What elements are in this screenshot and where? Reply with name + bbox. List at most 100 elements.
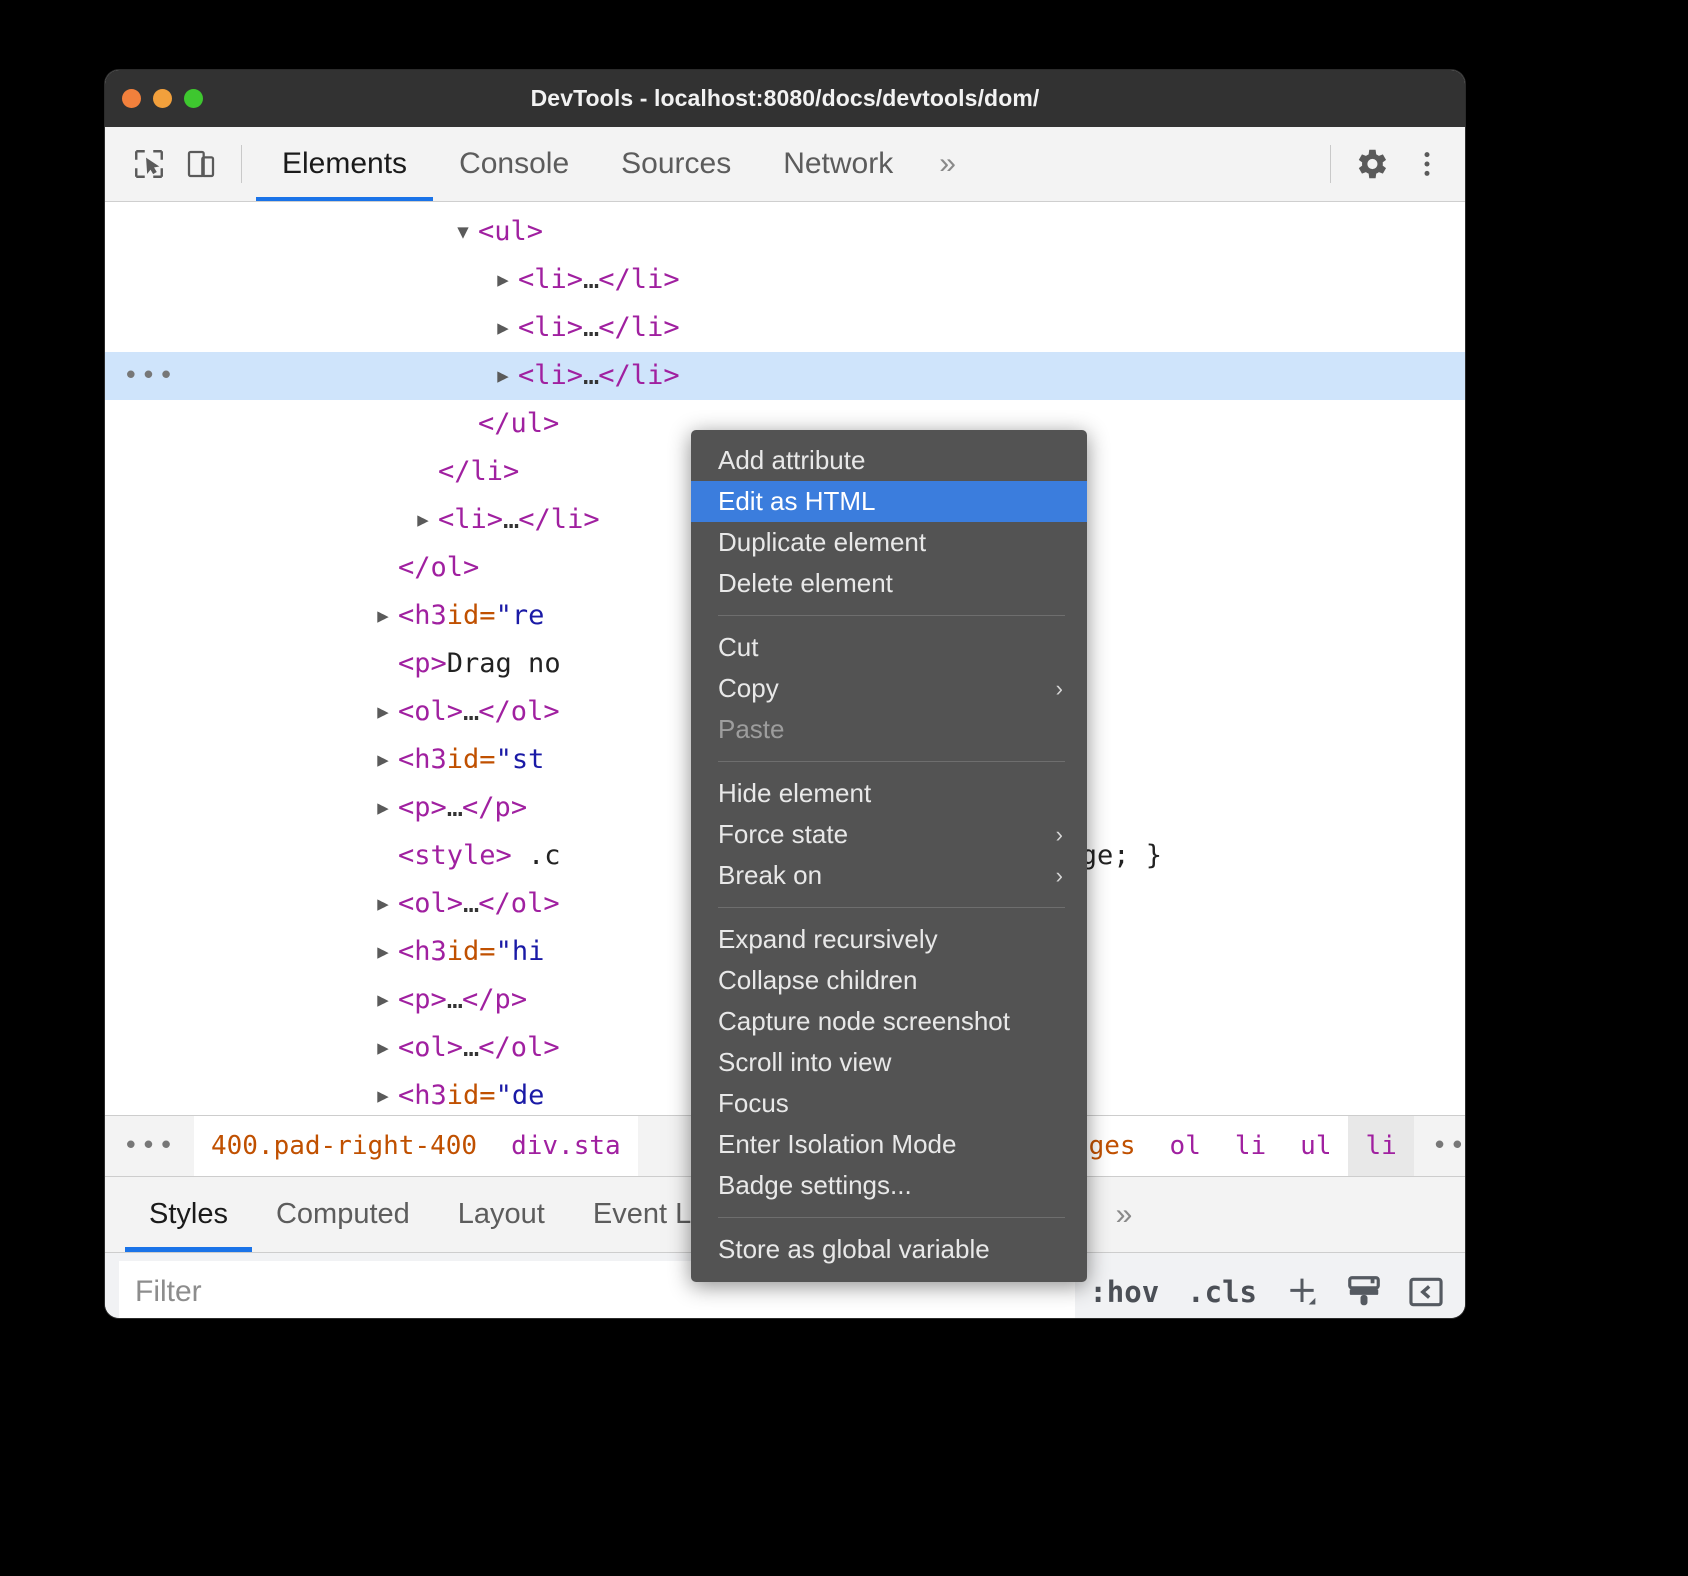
dom-node-li-2[interactable]: ▶<li>…</li> bbox=[105, 304, 1465, 352]
cls-button[interactable]: .cls bbox=[1173, 1261, 1271, 1318]
menu-item-store-as-global-variable[interactable]: Store as global variable bbox=[691, 1229, 1087, 1270]
dom-node-tag-open: <style> bbox=[398, 832, 512, 880]
menu-item-edit-as-html[interactable]: Edit as HTML bbox=[691, 481, 1087, 522]
close-window-button[interactable] bbox=[122, 89, 141, 108]
toolbar-right-group bbox=[1324, 127, 1455, 201]
dom-node-text: <ul> bbox=[478, 208, 543, 256]
menu-item-force-state[interactable]: Force state › bbox=[691, 814, 1087, 855]
twisty-closed-icon[interactable]: ▶ bbox=[370, 880, 396, 928]
menu-item-capture-node-screenshot[interactable]: Capture node screenshot bbox=[691, 1001, 1087, 1042]
dom-node-collapsed-dots: … bbox=[463, 1024, 478, 1072]
menu-item-add-attribute[interactable]: Add attribute bbox=[691, 440, 1087, 481]
inspect-cursor-icon[interactable] bbox=[123, 138, 175, 190]
screen-background: DevTools - localhost:8080/docs/devtools/… bbox=[0, 0, 1688, 1576]
menu-item-collapse-children[interactable]: Collapse children bbox=[691, 960, 1087, 1001]
menu-item-badge-settings[interactable]: Badge settings... bbox=[691, 1165, 1087, 1206]
menu-item-copy[interactable]: Copy › bbox=[691, 668, 1087, 709]
menu-item-expand-recursively[interactable]: Expand recursively bbox=[691, 919, 1087, 960]
breadcrumb-item-5[interactable]: ul bbox=[1283, 1116, 1348, 1176]
dom-node-attr-name: id= bbox=[447, 736, 496, 784]
twisty-closed-icon[interactable]: ▶ bbox=[410, 496, 436, 544]
menu-separator bbox=[718, 615, 1065, 616]
dom-node-li-1[interactable]: ▶<li>…</li> bbox=[105, 256, 1465, 304]
menu-item-break-on[interactable]: Break on › bbox=[691, 855, 1087, 896]
twisty-closed-icon[interactable]: ▶ bbox=[490, 256, 516, 304]
more-tabs-icon[interactable]: » bbox=[919, 147, 976, 181]
twisty-closed-icon[interactable]: ▶ bbox=[370, 688, 396, 736]
menu-item-hide-element[interactable]: Hide element bbox=[691, 773, 1087, 814]
panel-tabs: Elements Console Sources Network » bbox=[256, 127, 976, 201]
menu-item-duplicate-element[interactable]: Duplicate element bbox=[691, 522, 1087, 563]
gear-icon[interactable] bbox=[1343, 136, 1399, 192]
minimize-window-button[interactable] bbox=[153, 89, 172, 108]
dom-node-collapsed-dots: … bbox=[463, 688, 478, 736]
breadcrumb-item-1[interactable]: div.sta bbox=[494, 1116, 638, 1176]
menu-item-focus[interactable]: Focus bbox=[691, 1083, 1087, 1124]
tab-sources[interactable]: Sources bbox=[595, 127, 757, 201]
dom-node-tag-close: </ol> bbox=[478, 1024, 559, 1072]
device-toolbar-icon[interactable] bbox=[175, 138, 227, 190]
dom-node-tag-open: <li> bbox=[438, 496, 503, 544]
dom-node-tag-open: <h3 bbox=[398, 928, 447, 976]
dom-node-tag-open: <p> bbox=[398, 640, 447, 688]
menu-item-cut[interactable]: Cut bbox=[691, 627, 1087, 668]
tab-network[interactable]: Network bbox=[757, 127, 919, 201]
dom-node-tag-close: </li> bbox=[598, 304, 679, 352]
hov-button[interactable]: :hov bbox=[1075, 1261, 1173, 1318]
tab-layout[interactable]: Layout bbox=[434, 1177, 569, 1252]
tab-computed[interactable]: Computed bbox=[252, 1177, 434, 1252]
twisty-closed-icon[interactable]: ▶ bbox=[490, 304, 516, 352]
breadcrumb-item-4[interactable]: li bbox=[1218, 1116, 1283, 1176]
menu-item-delete-element[interactable]: Delete element bbox=[691, 563, 1087, 604]
dom-node-tag-close: </li> bbox=[518, 496, 599, 544]
dom-node-collapsed-dots: … bbox=[583, 304, 598, 352]
dom-node-attr-name: id= bbox=[447, 592, 496, 640]
dom-node-tag-close: </ol> bbox=[478, 880, 559, 928]
dom-node-collapsed-dots: … bbox=[447, 784, 462, 832]
twisty-closed-icon[interactable]: ▶ bbox=[370, 976, 396, 1024]
dom-node-tag-open: <h3 bbox=[398, 592, 447, 640]
breadcrumb-item-6-selected[interactable]: li bbox=[1348, 1116, 1413, 1176]
breadcrumb-overflow-right[interactable]: ••• bbox=[1414, 1131, 1465, 1161]
dom-node-tag-open: <li> bbox=[518, 352, 583, 400]
breadcrumb-overflow-left[interactable]: ••• bbox=[105, 1131, 194, 1161]
twisty-closed-icon[interactable]: ▶ bbox=[490, 352, 516, 400]
plus-icon[interactable] bbox=[1271, 1261, 1333, 1318]
twisty-placeholder: ▶ bbox=[370, 544, 396, 592]
dom-node-collapsed-dots: … bbox=[583, 352, 598, 400]
twisty-closed-icon[interactable]: ▶ bbox=[370, 1024, 396, 1072]
dom-node-text: </ol> bbox=[398, 544, 479, 592]
twisty-closed-icon[interactable]: ▶ bbox=[370, 928, 396, 976]
submenu-chevron-icon: › bbox=[1056, 676, 1063, 702]
twisty-open-icon[interactable]: ▼ bbox=[450, 208, 476, 256]
dom-node-li-3-selected[interactable]: ••• ▶<li>…</li> bbox=[105, 352, 1465, 400]
twisty-closed-icon[interactable]: ▶ bbox=[370, 736, 396, 784]
twisty-closed-icon[interactable]: ▶ bbox=[370, 592, 396, 640]
collapse-sidebar-icon[interactable] bbox=[1395, 1261, 1457, 1318]
twisty-placeholder: ▶ bbox=[410, 448, 436, 496]
tab-elements[interactable]: Elements bbox=[256, 127, 433, 201]
dom-node-ul-open[interactable]: ▼<ul> bbox=[105, 208, 1465, 256]
dom-node-attr-value: "hi bbox=[496, 928, 545, 976]
menu-item-enter-isolation-mode[interactable]: Enter Isolation Mode bbox=[691, 1124, 1087, 1165]
dom-node-tag-close: </p> bbox=[462, 784, 527, 832]
paintbrush-icon[interactable] bbox=[1333, 1261, 1395, 1318]
zoom-window-button[interactable] bbox=[184, 89, 203, 108]
dom-node-gutter-ellipsis[interactable]: ••• bbox=[123, 352, 176, 400]
dom-node-tag-open: <ol> bbox=[398, 688, 463, 736]
breadcrumb-item-0[interactable]: 400.pad-right-400 bbox=[194, 1116, 494, 1176]
dom-node-collapsed-dots: … bbox=[463, 880, 478, 928]
more-sidebar-tabs-icon[interactable]: » bbox=[1094, 1198, 1155, 1232]
toolbar-divider-right bbox=[1330, 145, 1331, 183]
menu-item-scroll-into-view[interactable]: Scroll into view bbox=[691, 1042, 1087, 1083]
kebab-menu-icon[interactable] bbox=[1399, 136, 1455, 192]
breadcrumb-item-3[interactable]: ol bbox=[1153, 1116, 1218, 1176]
dom-context-menu[interactable]: Add attribute Edit as HTML Duplicate ele… bbox=[691, 430, 1087, 1282]
tab-styles[interactable]: Styles bbox=[125, 1177, 252, 1252]
dom-node-tag-open: <li> bbox=[518, 304, 583, 352]
twisty-closed-icon[interactable]: ▶ bbox=[370, 784, 396, 832]
dom-node-text: </li> bbox=[438, 448, 519, 496]
dom-node-css-selector: .c bbox=[512, 832, 561, 880]
twisty-closed-icon[interactable]: ▶ bbox=[370, 1072, 396, 1115]
tab-console[interactable]: Console bbox=[433, 127, 595, 201]
